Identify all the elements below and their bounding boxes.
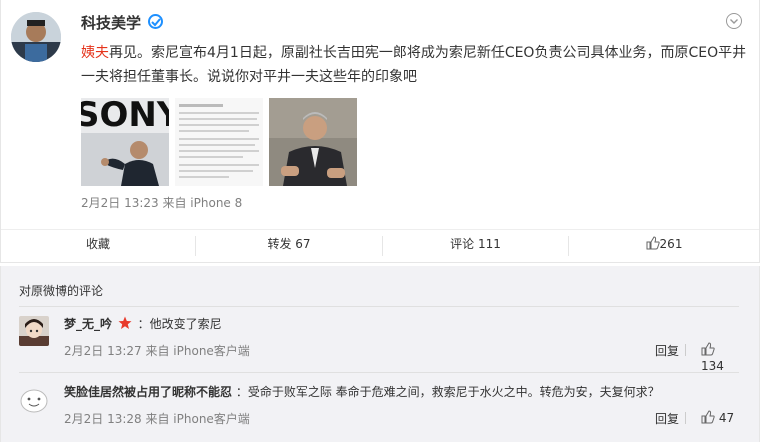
comment-meta: 2月2日 13:28 来自 iPhone客户端 xyxy=(64,412,250,426)
comment-text: ：受命于败军之际 奉命于危难之间，救索尼于水火之中。转危为安，夫复何求？ xyxy=(235,385,660,399)
weibo-post-card: 科技美学 姨夫再见。索尼宣布4月1日起，原副社长吉田宪一郎将成为索尼新任CEO负… xyxy=(0,0,760,263)
thumbs-up-icon xyxy=(701,410,715,427)
reply-button[interactable]: 回复 xyxy=(655,342,679,359)
commenter-avatar[interactable] xyxy=(19,316,49,346)
commenter-name[interactable]: 笑脸佳居然被占用了昵称不能忍 xyxy=(64,385,232,399)
like-button[interactable]: 261 xyxy=(569,230,759,262)
commenter-avatar[interactable] xyxy=(19,384,49,414)
verified-icon xyxy=(148,14,163,29)
sony-logo-text: SONY xyxy=(81,98,169,135)
action-bar: 收藏 转发 67 评论 111 261 xyxy=(1,229,759,262)
like-count: 261 xyxy=(659,237,683,251)
comment-button[interactable]: 评论 111 xyxy=(383,230,568,262)
comment-like-button[interactable]: 134 xyxy=(701,342,739,373)
comment-like-count: 134 xyxy=(701,359,724,373)
favorite-button[interactable]: 收藏 xyxy=(1,230,195,262)
commenter-name[interactable]: 梦_无_吟 xyxy=(64,317,112,331)
author-avatar[interactable] xyxy=(11,12,61,62)
star-badge-icon xyxy=(118,316,132,333)
comment-like-button[interactable]: 47 xyxy=(701,410,734,427)
divider xyxy=(685,344,686,356)
divider xyxy=(19,306,739,307)
thumbs-up-icon xyxy=(646,232,660,260)
image-thumbnail[interactable] xyxy=(269,98,357,186)
post-text: 姨夫再见。索尼宣布4月1日起，原副社长吉田宪一郎将成为索尼新任CEO负责公司具体… xyxy=(81,41,751,89)
post-text-body: 再见。索尼宣布4月1日起，原副社长吉田宪一郎将成为索尼新任CEO负责公司具体业务… xyxy=(81,45,747,85)
comment-like-count: 47 xyxy=(718,411,735,425)
image-thumbnail[interactable] xyxy=(175,98,263,186)
image-thumbnail[interactable]: SONY xyxy=(81,98,169,186)
divider xyxy=(685,412,686,424)
post-meta: 2月2日 13:23 来自 iPhone 8 xyxy=(81,196,243,210)
comment-meta: 2月2日 13:27 来自 iPhone客户端 xyxy=(64,344,250,358)
comment-body: 笑脸佳居然被占用了昵称不能忍 ：受命于败军之际 奉命于危难之间，救索尼于水火之中… xyxy=(64,383,660,400)
comment-text: ：他改变了索尼 xyxy=(137,317,222,331)
author-name[interactable]: 科技美学 xyxy=(81,12,141,33)
chevron-down-icon[interactable] xyxy=(725,12,743,30)
comment-body: 梦_无_吟 ：他改变了索尼 xyxy=(64,315,222,333)
divider xyxy=(19,372,739,373)
original-comments-section: 对原微博的评论 梦_无_吟 ：他改变了索尼 2月2日 13:27 来自 iPho… xyxy=(0,266,760,442)
thumbs-up-icon xyxy=(701,342,715,359)
repost-button[interactable]: 转发 67 xyxy=(196,230,382,262)
reply-button[interactable]: 回复 xyxy=(655,410,679,427)
mention-link[interactable]: 姨夫 xyxy=(81,45,109,61)
comments-title: 对原微博的评论 xyxy=(19,284,104,298)
